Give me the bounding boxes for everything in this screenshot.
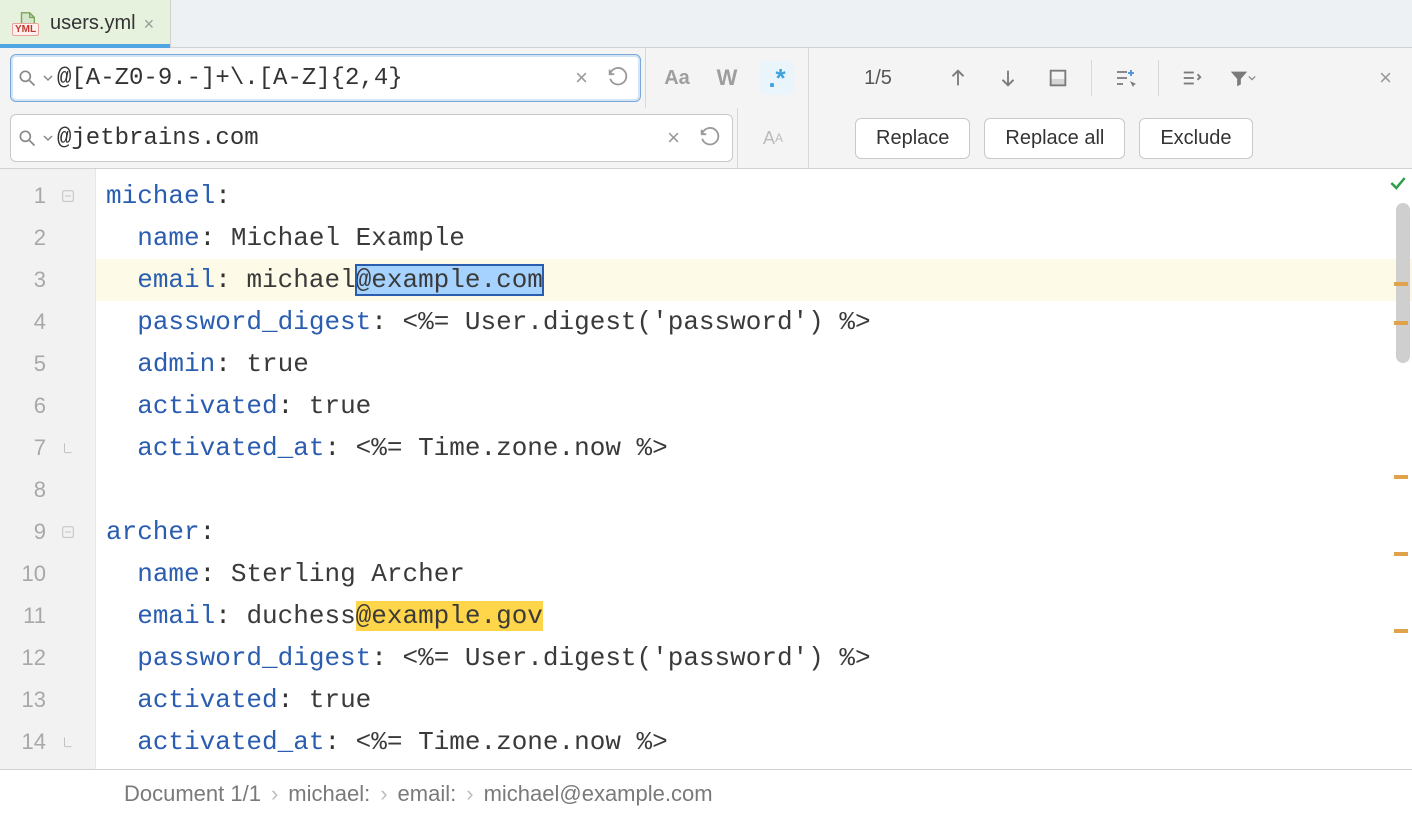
- breadcrumb-item[interactable]: Document 1/1: [124, 781, 261, 807]
- code-line[interactable]: email: michael@example.com: [96, 259, 1412, 301]
- replace-row: × AA Replace Replace all Exclude: [0, 108, 1412, 168]
- yaml-file-icon: YML: [14, 13, 42, 35]
- line-number[interactable]: 3: [0, 267, 54, 293]
- next-match-icon[interactable]: [991, 61, 1025, 95]
- separator: [1158, 60, 1159, 96]
- search-marker[interactable]: [1394, 552, 1408, 556]
- code-line[interactable]: admin: true: [96, 343, 1412, 385]
- find-options: Aa W .*: [645, 48, 808, 108]
- gutter[interactable]: 1234567891011121314: [0, 169, 96, 769]
- breadcrumb-item[interactable]: email:: [398, 781, 457, 807]
- yml-badge-text: YML: [12, 23, 39, 36]
- breadcrumb-separator-icon: ›: [466, 781, 473, 807]
- code-line[interactable]: password_digest: <%= User.digest('passwo…: [96, 637, 1412, 679]
- line-number[interactable]: 7: [0, 435, 54, 461]
- line-number[interactable]: 11: [0, 603, 54, 629]
- clear-find-icon[interactable]: ×: [575, 65, 588, 91]
- replace-input[interactable]: [57, 125, 655, 152]
- find-input-wrap[interactable]: ×: [10, 54, 641, 102]
- fold-icon[interactable]: [54, 441, 82, 455]
- line-number[interactable]: 14: [0, 729, 54, 755]
- whole-words-toggle[interactable]: W: [710, 61, 744, 95]
- breadcrumb-separator-icon: ›: [271, 781, 278, 807]
- line-number[interactable]: 4: [0, 309, 54, 335]
- select-all-occurrences-icon[interactable]: [1041, 61, 1075, 95]
- tab-close-icon[interactable]: ×: [144, 15, 155, 33]
- search-marker[interactable]: [1394, 629, 1408, 633]
- replace-options: AA: [737, 108, 808, 168]
- line-number[interactable]: 10: [0, 561, 54, 587]
- filter-icon[interactable]: [1225, 61, 1259, 95]
- replace-input-wrap[interactable]: ×: [10, 114, 733, 162]
- prev-match-icon[interactable]: [941, 61, 975, 95]
- code-line[interactable]: email: duchess@example.gov: [96, 595, 1412, 637]
- code-line[interactable]: name: Michael Example: [96, 217, 1412, 259]
- line-number[interactable]: 6: [0, 393, 54, 419]
- find-input[interactable]: [57, 65, 563, 92]
- line-number[interactable]: 5: [0, 351, 54, 377]
- line-number[interactable]: 1: [0, 183, 54, 209]
- search-marker[interactable]: [1394, 282, 1408, 286]
- line-number[interactable]: 12: [0, 645, 54, 671]
- tab-bar: YML users.yml ×: [0, 0, 1412, 48]
- breadcrumbs[interactable]: Document 1/1 › michael: › email: › michael@exa…: [0, 769, 1412, 816]
- fold-icon[interactable]: [54, 189, 82, 203]
- code-line[interactable]: michael:: [96, 175, 1412, 217]
- tab-users-yml[interactable]: YML users.yml ×: [0, 0, 171, 47]
- code-line[interactable]: activated_at: <%= Time.zone.now %>: [96, 721, 1412, 763]
- add-selection-icon[interactable]: [1108, 61, 1142, 95]
- code-line[interactable]: archer:: [96, 511, 1412, 553]
- replace-button[interactable]: Replace: [855, 118, 970, 159]
- close-find-panel-icon[interactable]: ×: [1379, 65, 1398, 91]
- search-match: @example.com: [356, 265, 543, 295]
- search-marker[interactable]: [1394, 321, 1408, 325]
- breadcrumb-item[interactable]: michael:: [288, 781, 370, 807]
- line-number[interactable]: 13: [0, 687, 54, 713]
- show-filter-icon[interactable]: [1175, 61, 1209, 95]
- code-line[interactable]: password_digest: <%= User.digest('passwo…: [96, 301, 1412, 343]
- code-area[interactable]: michael: name: Michael Example email: mi…: [96, 169, 1412, 769]
- find-replace-panel: × Aa W .* 1/5: [0, 48, 1412, 169]
- line-number[interactable]: 8: [0, 477, 54, 503]
- preserve-case-toggle[interactable]: AA: [756, 121, 790, 155]
- fold-icon[interactable]: [54, 525, 82, 539]
- code-line[interactable]: activated: true: [96, 679, 1412, 721]
- marker-bar[interactable]: [1394, 169, 1412, 769]
- breadcrumb-separator-icon: ›: [380, 781, 387, 807]
- inspection-ok-icon[interactable]: [1388, 173, 1408, 198]
- replace-history-icon[interactable]: [698, 125, 720, 152]
- search-match: @example.gov: [356, 601, 543, 631]
- match-case-toggle[interactable]: Aa: [660, 61, 694, 95]
- match-count: 1/5: [831, 67, 925, 90]
- history-icon[interactable]: [606, 65, 628, 92]
- code-line[interactable]: [96, 469, 1412, 511]
- editor[interactable]: 1234567891011121314 michael: name: Micha…: [0, 169, 1412, 769]
- code-line[interactable]: activated: true: [96, 385, 1412, 427]
- breadcrumb-item[interactable]: michael@example.com: [484, 781, 713, 807]
- code-line[interactable]: activated_at: <%= Time.zone.now %>: [96, 427, 1412, 469]
- fold-icon[interactable]: [54, 735, 82, 749]
- line-number[interactable]: 9: [0, 519, 54, 545]
- find-nav: 1/5 ×: [808, 48, 1412, 108]
- exclude-button[interactable]: Exclude: [1139, 118, 1252, 159]
- find-row: × Aa W .* 1/5: [0, 48, 1412, 108]
- replace-buttons: Replace Replace all Exclude: [831, 118, 1253, 159]
- replace-all-button[interactable]: Replace all: [984, 118, 1125, 159]
- clear-replace-icon[interactable]: ×: [667, 125, 680, 151]
- regex-toggle[interactable]: .*: [760, 61, 794, 95]
- code-line[interactable]: name: Sterling Archer: [96, 553, 1412, 595]
- separator: [1091, 60, 1092, 96]
- replace-dropdown-icon[interactable]: [39, 121, 57, 155]
- search-marker[interactable]: [1394, 475, 1408, 479]
- tab-label: users.yml: [50, 12, 136, 35]
- search-dropdown-icon[interactable]: [39, 61, 57, 95]
- line-number[interactable]: 2: [0, 225, 54, 251]
